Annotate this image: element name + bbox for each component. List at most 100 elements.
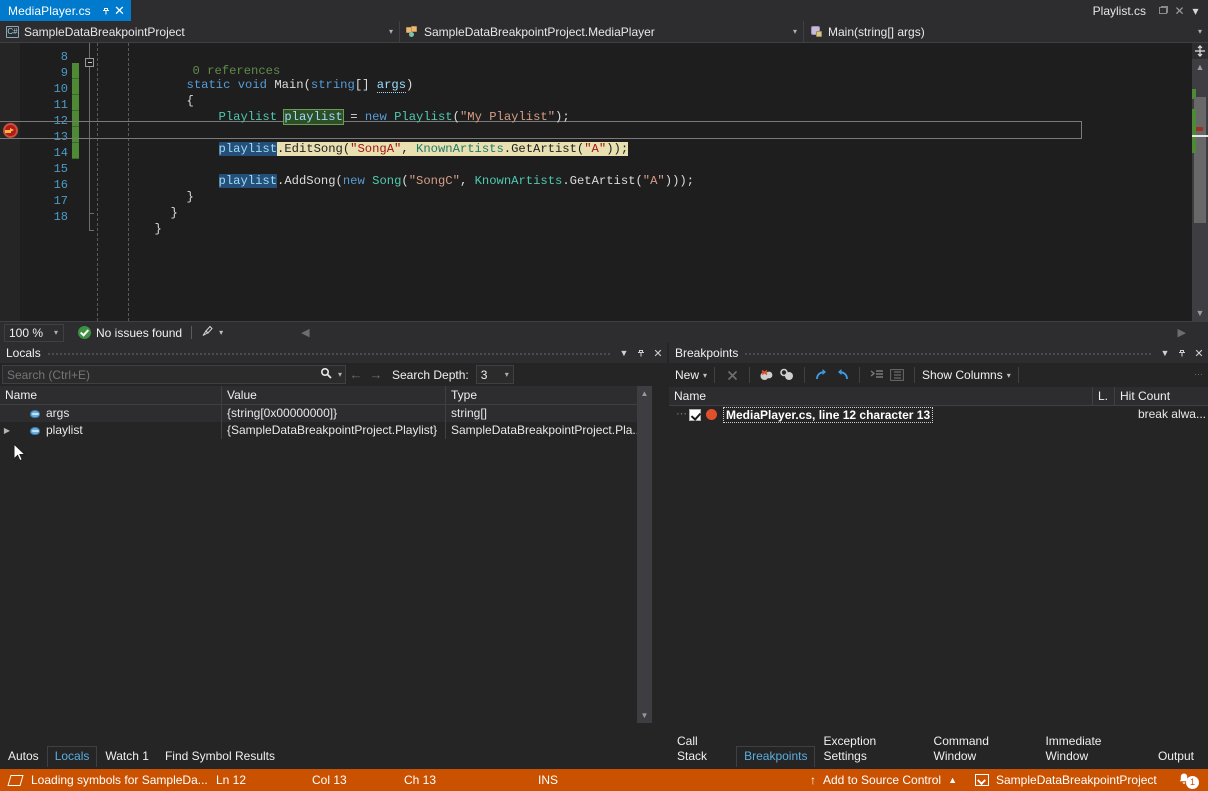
new-breakpoint-button[interactable]: New ▾ — [675, 368, 707, 382]
scroll-up-icon[interactable]: ▲ — [639, 388, 650, 399]
tab-output[interactable]: Output — [1150, 747, 1202, 767]
column-header-name[interactable]: Name — [669, 387, 1093, 405]
token-artist-a: "A" — [584, 142, 606, 156]
chevron-down-icon[interactable]: ▾ — [1198, 28, 1202, 36]
drag-handle[interactable] — [744, 343, 1151, 363]
navbar-project-combo[interactable]: C# SampleDataBreakpointProject ▾ — [0, 21, 400, 42]
close-icon[interactable]: ✕ — [114, 4, 125, 18]
build-status-icon — [7, 775, 23, 786]
chevron-down-icon[interactable]: ▾ — [335, 370, 345, 379]
column-header-labels[interactable]: L. — [1093, 387, 1115, 405]
locals-row-value[interactable]: {SampleDataBreakpointProject.Playlist} — [222, 422, 446, 439]
column-header-type[interactable]: Type — [446, 386, 652, 404]
code-editor[interactable]: 8 9 10 11 12 13 14 15 16 17 18 — [0, 43, 1208, 321]
tree-connector: ⋯ — [669, 406, 689, 423]
editor-text[interactable]: 0 references static void Main(string[] a… — [100, 43, 1180, 321]
breakpoint-row-name[interactable]: ⋯ MediaPlayer.cs, line 12 character 13 — [669, 406, 1093, 425]
pin-icon[interactable] — [1174, 344, 1190, 362]
delete-all-breakpoints-icon[interactable] — [757, 366, 777, 384]
arrow-left-icon[interactable]: ← — [346, 367, 366, 382]
locals-row-value[interactable]: {string[0x00000000]} — [222, 405, 446, 422]
tab-locals[interactable]: Locals — [47, 746, 98, 767]
tab-find-symbol-results[interactable]: Find Symbol Results — [157, 747, 283, 767]
breakpoint-dot-icon[interactable] — [706, 409, 717, 420]
tab-call-stack[interactable]: Call Stack — [669, 732, 736, 767]
chevron-down-icon[interactable]: ▾ — [793, 28, 797, 36]
table-row[interactable]: ⋯ MediaPlayer.cs, line 12 character 13 b… — [669, 406, 1208, 425]
column-header-value[interactable]: Value — [222, 386, 446, 404]
tab-breakpoints[interactable]: Breakpoints — [736, 746, 815, 767]
collapse-all-icon[interactable] — [867, 366, 887, 384]
scroll-up-icon[interactable]: ▲ — [1194, 61, 1206, 73]
chevron-down-icon[interactable]: ▼ — [1157, 344, 1173, 362]
drag-handle[interactable] — [47, 343, 610, 363]
editor-change-bar — [72, 63, 79, 159]
close-icon[interactable]: ✕ — [650, 344, 666, 362]
split-view-icon[interactable] — [1192, 43, 1208, 59]
breakpoints-header: Breakpoints ▼ ✕ — [669, 343, 1208, 363]
arrow-right-icon[interactable]: → — [366, 367, 386, 382]
column-header-name[interactable]: Name — [0, 386, 222, 404]
editor-indicator-margin[interactable] — [0, 43, 20, 321]
delete-x-icon[interactable] — [722, 366, 742, 384]
locals-row-name[interactable]: args — [0, 405, 222, 422]
notification-count-badge: 1 — [1186, 776, 1199, 789]
search-depth-combo[interactable]: 3 ▾ — [476, 365, 514, 384]
chevron-down-icon[interactable]: ▾ — [389, 28, 393, 36]
editor-outlining-margin[interactable] — [85, 43, 97, 321]
search-icon[interactable] — [317, 367, 335, 383]
disable-all-breakpoints-icon[interactable] — [777, 366, 797, 384]
column-header-hit-count[interactable]: Hit Count — [1115, 387, 1208, 405]
pin-icon[interactable] — [101, 4, 112, 18]
expand-all-icon[interactable] — [887, 366, 907, 384]
chevron-down-icon[interactable]: ▼ — [616, 344, 632, 362]
table-row[interactable]: ▶ playlist {SampleDataBreakpointProject.… — [0, 422, 652, 439]
add-to-source-control-button[interactable]: ↑ Add to Source Control ▲ — [810, 773, 957, 787]
tab-exception-settings[interactable]: Exception Settings — [815, 732, 925, 767]
csharp-file-icon: C# — [6, 26, 19, 38]
overflow-grip-icon[interactable]: ⋯ — [1194, 369, 1204, 380]
navbar-type-combo[interactable]: SampleDataBreakpointProject.MediaPlayer … — [400, 21, 804, 42]
locals-vertical-scrollbar[interactable]: ▲ ▼ — [637, 386, 652, 723]
token-playlist-ref-2: playlist — [219, 174, 278, 188]
import-breakpoints-icon[interactable] — [832, 366, 852, 384]
search-input[interactable]: ▾ — [2, 365, 346, 384]
tab-watch-1[interactable]: Watch 1 — [97, 747, 157, 767]
scroll-down-icon[interactable]: ▼ — [639, 710, 650, 721]
navigation-bar: C# SampleDataBreakpointProject ▾ SampleD… — [0, 21, 1208, 43]
pin-icon[interactable] — [633, 344, 649, 362]
scroll-down-icon[interactable]: ▼ — [1194, 307, 1206, 319]
editor-vertical-scrollbar[interactable]: ▲ ▼ — [1192, 43, 1208, 321]
search-input-field[interactable] — [3, 367, 317, 383]
chevron-down-icon[interactable]: ▾ — [1188, 3, 1203, 18]
chevron-down-icon[interactable]: ▾ — [703, 371, 707, 380]
breakpoint-enabled-checkbox[interactable] — [689, 409, 701, 421]
tab-command-window[interactable]: Command Window — [926, 732, 1038, 767]
locals-row-name[interactable]: ▶ playlist — [0, 422, 222, 439]
divider — [804, 367, 805, 383]
close-icon[interactable]: ✕ — [1191, 344, 1207, 362]
chevron-down-icon[interactable]: ▾ — [505, 370, 509, 379]
token-addsong: .AddSong( — [277, 174, 343, 188]
inactive-document-label[interactable]: Playlist.cs — [1093, 4, 1146, 18]
table-row[interactable]: args {string[0x00000000]} string[] — [0, 405, 652, 422]
close-icon[interactable]: ✕ — [1172, 3, 1187, 18]
caret-up-icon[interactable]: ▲ — [948, 775, 957, 785]
notifications-button[interactable]: 1 — [1177, 771, 1199, 789]
method-icon — [810, 26, 823, 38]
tab-mediaplayer-cs[interactable]: MediaPlayer.cs ✕ — [0, 0, 131, 21]
show-columns-button[interactable]: Show Columns ▾ — [922, 368, 1011, 382]
collapse-box-icon[interactable] — [85, 58, 94, 67]
expander-triangle-icon[interactable]: ▶ — [0, 422, 14, 439]
code-line-10: Playlist playlist = new Playlist("My Pla… — [160, 93, 570, 109]
chevron-down-icon[interactable]: ▾ — [1007, 371, 1011, 380]
navbar-member-combo[interactable]: Main(string[] args) ▾ — [804, 21, 1208, 42]
code-line-15: } — [128, 173, 194, 189]
document-well-controls: Playlist.cs ✕ ▾ — [1093, 0, 1208, 21]
restore-icon[interactable] — [1156, 3, 1171, 18]
token-getartist-2: .GetArtist( — [562, 174, 642, 188]
tab-autos[interactable]: Autos — [0, 747, 47, 767]
export-breakpoints-icon[interactable] — [812, 366, 832, 384]
status-project[interactable]: SampleDataBreakpointProject — [975, 773, 1157, 787]
tab-immediate-window[interactable]: Immediate Window — [1037, 732, 1150, 767]
